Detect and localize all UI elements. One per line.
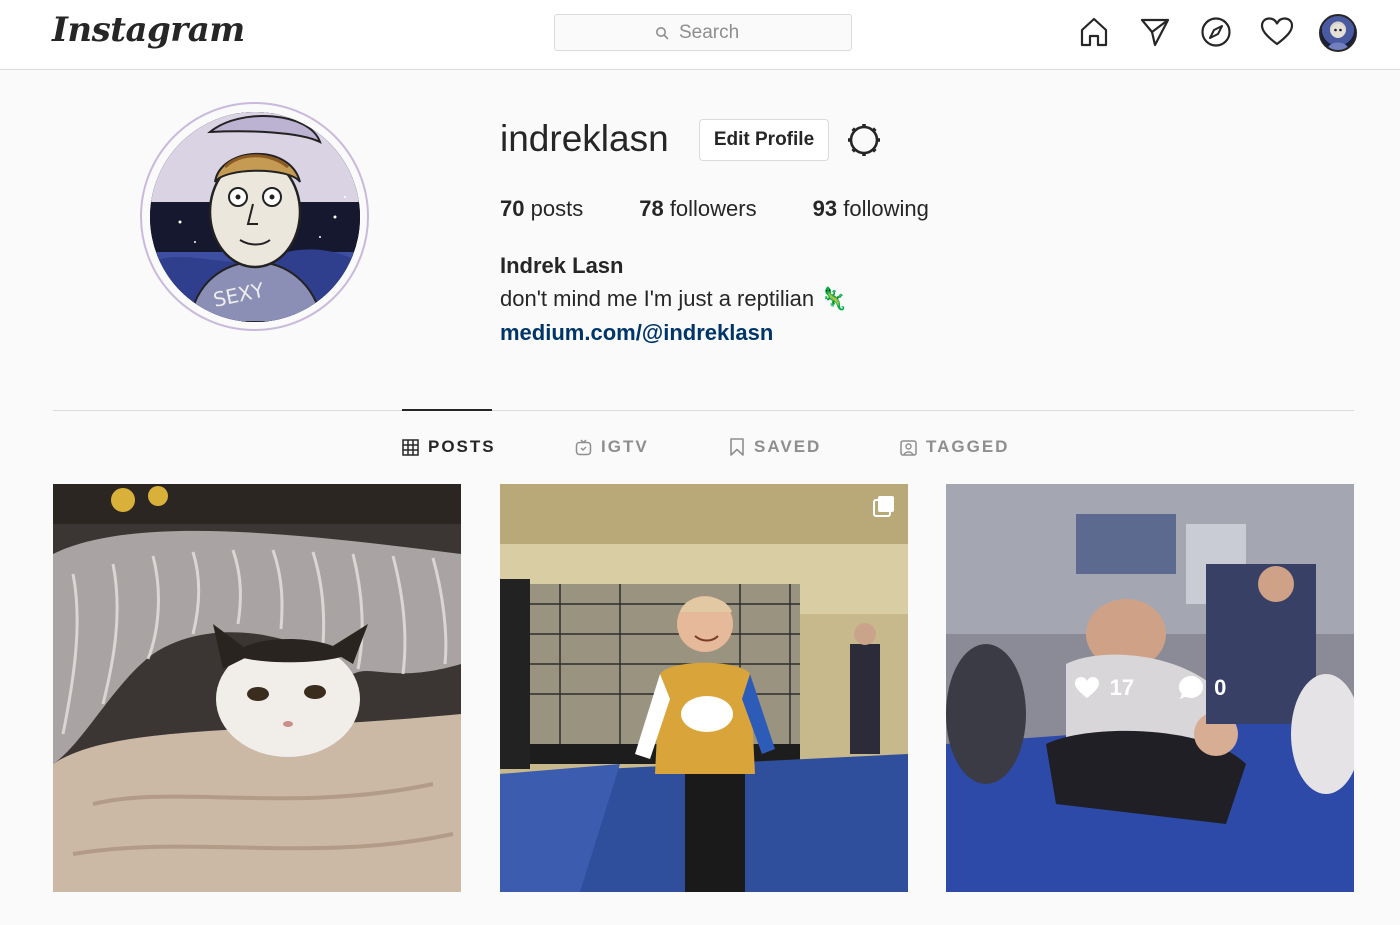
profile-avatar-icon[interactable] bbox=[1319, 14, 1357, 52]
explore-icon[interactable] bbox=[1198, 14, 1234, 50]
igtv-icon bbox=[575, 438, 592, 455]
tab-saved[interactable]: SAVED bbox=[729, 437, 821, 457]
posts-count: 70 posts bbox=[500, 196, 584, 221]
home-icon[interactable] bbox=[1076, 14, 1112, 50]
tab-posts[interactable]: POSTS bbox=[402, 437, 496, 457]
likes-count: 17 bbox=[1074, 675, 1134, 701]
comment-bubble-icon bbox=[1179, 676, 1204, 699]
settings-gear-icon[interactable] bbox=[846, 122, 882, 158]
post-thumbnail-1[interactable] bbox=[53, 484, 461, 892]
followers-link[interactable]: 78 followers bbox=[639, 196, 756, 222]
activity-heart-icon[interactable] bbox=[1259, 14, 1295, 50]
direct-message-icon[interactable] bbox=[1137, 14, 1173, 50]
instagram-logo[interactable]: Instagram bbox=[52, 10, 245, 50]
profile-bio: don't mind me I'm just a reptilian 🦎 bbox=[500, 286, 848, 311]
post-hover-overlay: 17 0 bbox=[946, 484, 1354, 892]
active-tab-indicator bbox=[402, 409, 492, 411]
tab-igtv[interactable]: IGTV bbox=[575, 437, 649, 457]
post-image-gym bbox=[500, 484, 908, 892]
tab-tagged[interactable]: TAGGED bbox=[900, 437, 1009, 457]
profile-username: indreklasn bbox=[500, 118, 669, 159]
grid-icon bbox=[402, 438, 419, 456]
profile-full-name: Indrek Lasn bbox=[500, 253, 624, 278]
search-icon bbox=[656, 26, 669, 39]
top-navigation-bar: Instagram bbox=[0, 0, 1400, 70]
tabs-divider bbox=[53, 410, 1354, 411]
profile-picture[interactable]: SEXY bbox=[140, 102, 369, 331]
profile-website-link[interactable]: medium.com/@indreklasn bbox=[500, 320, 773, 346]
tagged-icon bbox=[900, 439, 917, 456]
following-link[interactable]: 93 following bbox=[813, 196, 929, 222]
search-input[interactable] bbox=[677, 20, 751, 45]
heart-icon bbox=[1074, 677, 1099, 698]
post-image-cat bbox=[53, 484, 461, 892]
profile-stats: 70 posts 78 followers 93 following bbox=[500, 196, 985, 222]
multiple-photos-icon bbox=[873, 496, 894, 517]
profile-illustration: SEXY bbox=[149, 111, 360, 322]
comments-count: 0 bbox=[1178, 675, 1226, 701]
edit-profile-button[interactable]: Edit Profile bbox=[699, 119, 829, 161]
bookmark-icon bbox=[730, 438, 744, 456]
post-thumbnail-3[interactable]: 17 0 bbox=[946, 484, 1354, 892]
post-thumbnail-2[interactable] bbox=[500, 484, 908, 892]
search-box[interactable] bbox=[554, 14, 852, 51]
